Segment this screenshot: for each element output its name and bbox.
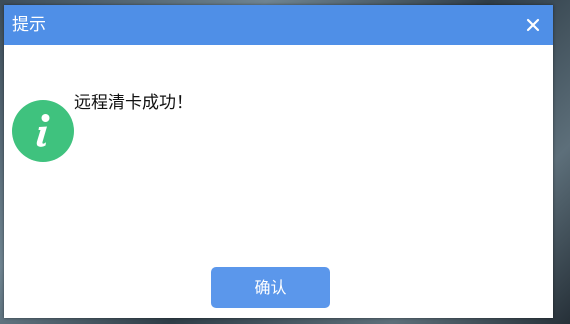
dialog-titlebar: 提示 (4, 5, 553, 45)
message-dialog: 提示 远程清卡成功！ 确认 (4, 5, 553, 318)
dialog-title: 提示 (12, 15, 46, 35)
confirm-button[interactable]: 确认 (211, 267, 330, 308)
close-button[interactable] (513, 5, 553, 45)
info-icon (12, 100, 74, 162)
dialog-message: 远程清卡成功！ (74, 93, 193, 113)
close-icon (526, 18, 540, 32)
